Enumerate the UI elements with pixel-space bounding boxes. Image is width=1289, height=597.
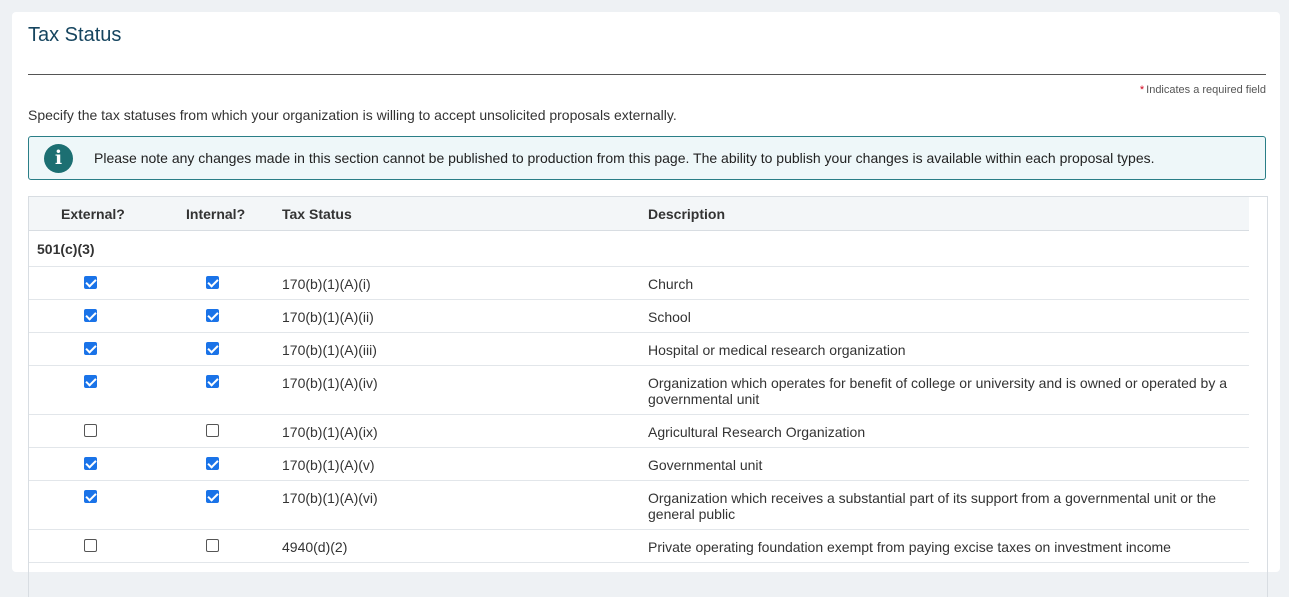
- external-checkbox[interactable]: [84, 539, 97, 552]
- internal-checkbox[interactable]: [206, 276, 219, 289]
- tax-status-table: External? Internal? Tax Status Descripti…: [28, 196, 1268, 597]
- group-label: 501(c)(3): [37, 241, 95, 257]
- description-cell: Hospital or medical research organizatio…: [648, 342, 906, 358]
- title-divider: [28, 74, 1266, 75]
- description-cell: Private operating foundation exempt from…: [648, 539, 1171, 555]
- alert-text: Please note any changes made in this sec…: [94, 150, 1155, 166]
- table-row: 170(b)(1)(A)(v) Governmental unit: [29, 448, 1249, 481]
- internal-checkbox[interactable]: [206, 424, 219, 437]
- external-checkbox[interactable]: [84, 309, 97, 322]
- internal-checkbox[interactable]: [206, 457, 219, 470]
- internal-checkbox[interactable]: [206, 490, 219, 503]
- tax-status-cell: 170(b)(1)(A)(i): [282, 276, 371, 292]
- table-header: External? Internal? Tax Status Descripti…: [29, 197, 1249, 231]
- table-row: 170(b)(1)(A)(ii) School: [29, 300, 1249, 333]
- external-checkbox[interactable]: [84, 342, 97, 355]
- info-alert: i Please note any changes made in this s…: [28, 136, 1266, 180]
- external-checkbox[interactable]: [84, 490, 97, 503]
- tax-status-cell: 170(b)(1)(A)(iv): [282, 375, 378, 391]
- external-checkbox[interactable]: [84, 457, 97, 470]
- internal-checkbox[interactable]: [206, 309, 219, 322]
- table-row: 170(b)(1)(A)(iv) Organization which opera…: [29, 366, 1249, 415]
- internal-checkbox[interactable]: [206, 539, 219, 552]
- description-cell: Church: [648, 276, 694, 292]
- tax-status-cell: 4940(d)(2): [282, 539, 348, 555]
- table-row: 170(b)(1)(A)(iii) Hospital or medical res…: [29, 333, 1249, 366]
- table-row: 4940(d)(2) Private operating foundation e…: [29, 530, 1249, 563]
- table-row: 170(b)(1)(A)(i) Church: [29, 267, 1249, 300]
- tax-status-cell: 170(b)(1)(A)(ix): [282, 424, 378, 440]
- internal-checkbox[interactable]: [206, 375, 219, 388]
- column-header-external: External?: [61, 206, 125, 222]
- tax-status-card: Tax Status * Indicates a required field S…: [12, 12, 1280, 597]
- description-cell: Governmental unit: [648, 457, 763, 473]
- tax-status-cell: 170(b)(1)(A)(ii): [282, 309, 374, 325]
- internal-checkbox[interactable]: [206, 342, 219, 355]
- external-checkbox[interactable]: [84, 375, 97, 388]
- tax-status-cell: 170(b)(1)(A)(v): [282, 457, 375, 473]
- page-title: Tax Status: [28, 24, 122, 46]
- column-header-description: Description: [648, 206, 726, 222]
- required-note-text: Indicates a required field: [1146, 84, 1266, 96]
- description-cell: School: [648, 309, 691, 325]
- tax-status-cell: 170(b)(1)(A)(vi): [282, 490, 378, 506]
- column-header-tax-status: Tax Status: [282, 206, 352, 222]
- instructions-text: Specify the tax statuses from which your…: [28, 107, 677, 123]
- required-star: *: [1139, 84, 1145, 96]
- group-row: 501(c)(3): [29, 231, 1249, 267]
- external-checkbox[interactable]: [84, 424, 97, 437]
- column-header-internal: Internal?: [186, 206, 246, 222]
- description-cell: Agricultural Research Organization: [648, 424, 866, 440]
- external-checkbox[interactable]: [84, 276, 97, 289]
- description-cell: Organization which receives a substantia…: [648, 490, 1217, 522]
- required-field-note: * Indicates a required field: [1140, 84, 1266, 96]
- tax-status-cell: 170(b)(1)(A)(iii): [282, 342, 377, 358]
- table-row: 170(b)(1)(A)(vi) Organization which recei…: [29, 481, 1249, 530]
- info-icon: i: [44, 144, 73, 173]
- description-cell: Organization which operates for benefit …: [648, 375, 1228, 407]
- table-row: 170(b)(1)(A)(ix) Agricultural Research Or…: [29, 415, 1249, 448]
